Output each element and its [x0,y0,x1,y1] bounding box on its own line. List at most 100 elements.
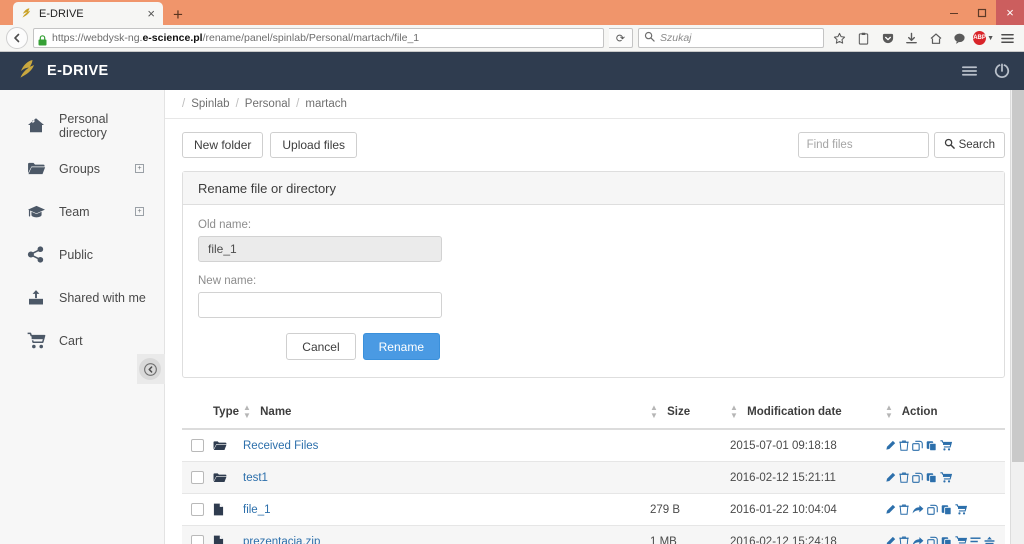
copy-icon[interactable] [912,440,923,451]
upload-icon [26,289,46,306]
breadcrumb-item-spinlab[interactable]: Spinlab [191,98,229,110]
cart-icon[interactable] [955,536,967,544]
page-scrollbar-thumb[interactable] [1012,90,1024,462]
row-checkbox[interactable] [191,471,204,484]
row-checkbox-cell[interactable] [182,429,213,462]
sidebar-item-public[interactable]: Public [0,233,164,276]
table-row[interactable]: Received Files 2015-07-01 09:18:18 [182,429,1005,462]
cart-icon[interactable] [955,504,967,515]
close-icon[interactable]: × [145,7,157,20]
row-checkbox-cell[interactable] [182,493,213,526]
share-icon[interactable] [912,504,924,515]
row-modified-cell: 2015-07-01 09:18:18 [730,429,885,462]
row-checkbox[interactable] [191,439,204,452]
sidebar-item-shared-with-me[interactable]: Shared with me [0,276,164,319]
sidebar-item-personal-directory[interactable]: Personal directory [0,104,164,147]
expand-icon[interactable]: + [135,164,144,173]
cart-icon [26,332,46,349]
delete-icon[interactable] [899,504,909,515]
header-modification-date[interactable]: ▲ ▼ Modification date [730,398,885,430]
pocket-icon[interactable] [877,28,898,49]
header-name[interactable]: ▲ ▼ Name [243,398,650,430]
sidebar-item-groups[interactable]: Groups + [0,147,164,190]
paste-icon[interactable] [941,504,952,515]
paste-icon[interactable] [926,472,937,483]
toolbar-search-group: Search [797,132,1005,158]
expand-icon[interactable]: + [135,207,144,216]
page-scrollbar[interactable]: ▼ [1010,90,1024,544]
new-tab-button[interactable]: + [173,6,183,23]
delete-icon[interactable] [899,472,909,483]
chat-icon[interactable] [949,28,970,49]
find-files-input[interactable] [797,132,929,158]
table-header-row: Type ▲ ▼ Name ▲ ▼ Size ▲ ▼ Modification d [182,398,1005,430]
paste-icon[interactable] [926,440,937,451]
breadcrumb-item-personal[interactable]: Personal [245,98,290,110]
url-bar[interactable]: https://webdysk-ng.e-science.pl/rename/p… [33,28,604,48]
copy-icon[interactable] [927,504,938,515]
paste-icon[interactable] [941,536,952,544]
header-size-label: Size [667,406,691,419]
browser-tab[interactable]: E-DRIVE × [13,2,163,25]
edit-icon[interactable] [885,536,896,544]
brand-name: E-DRIVE [47,63,109,79]
file-link[interactable]: Received Files [243,440,318,452]
reload-button[interactable]: ⟳ [609,28,633,48]
collapse-sidebar-button[interactable] [139,358,161,380]
file-table-body: Received Files 2015-07-01 09:18:18 test1… [182,429,1005,544]
cancel-button[interactable]: Cancel [286,333,356,360]
table-row[interactable]: prezentacja.zip 1 MB 2016-02-12 15:24:18 [182,525,1005,544]
search-button[interactable]: Search [933,132,1005,158]
brand[interactable]: E-DRIVE [16,58,109,85]
breadcrumb-separator: / [235,98,239,110]
sidebar-item-label: Personal directory [59,111,109,140]
logout-icon[interactable] [994,63,1010,79]
clipboard-icon[interactable] [853,28,874,49]
breadcrumb: / Spinlab / Personal / martach [165,90,1024,119]
list-icon[interactable] [970,536,981,544]
file-table-container: Type ▲ ▼ Name ▲ ▼ Size ▲ ▼ Modification d [182,398,1005,544]
adblock-icon[interactable]: ABP ▼ [973,28,994,49]
cart-icon[interactable] [940,440,952,451]
copy-icon[interactable] [927,536,938,544]
file-link[interactable]: test1 [243,472,268,484]
sort-icon: ▲ ▼ [243,403,251,420]
table-row[interactable]: test1 2016-02-12 15:21:11 [182,461,1005,494]
hamburger-menu-icon[interactable] [961,64,978,78]
share-icon[interactable] [912,536,924,544]
row-checkbox[interactable] [191,535,204,544]
edit-icon[interactable] [885,472,896,483]
browser-search-box[interactable]: Szukaj [638,28,824,48]
file-icon [213,535,243,544]
home-icon[interactable] [925,28,946,49]
edit-icon[interactable] [885,440,896,451]
row-checkbox-cell[interactable] [182,461,213,494]
delete-icon[interactable] [899,536,909,544]
file-link[interactable]: file_1 [243,504,271,516]
copy-icon[interactable] [912,472,923,483]
breadcrumb-item-martach[interactable]: martach [305,98,347,110]
header-size[interactable]: ▲ ▼ Size [650,398,730,430]
menu-icon[interactable] [997,28,1018,49]
rename-button[interactable]: Rename [362,333,440,360]
upload-files-button[interactable]: Upload files [270,132,358,158]
download-icon[interactable] [901,28,922,49]
star-icon[interactable] [829,28,850,49]
minimize-button[interactable] [940,0,968,25]
row-checkbox[interactable] [191,503,204,516]
row-checkbox-cell[interactable] [182,525,213,544]
close-window-button[interactable]: × [996,0,1024,25]
header-type[interactable]: Type [213,398,243,430]
new-name-input[interactable] [198,292,442,318]
edit-icon[interactable] [885,504,896,515]
unzip-icon[interactable] [984,536,995,544]
back-button[interactable] [6,27,28,49]
new-folder-button[interactable]: New folder [182,132,264,158]
header-select [182,398,213,430]
maximize-button[interactable] [968,0,996,25]
sidebar-item-team[interactable]: Team + [0,190,164,233]
delete-icon[interactable] [899,440,909,451]
table-row[interactable]: file_1 279 B 2016-01-22 10:04:04 [182,493,1005,526]
file-link[interactable]: prezentacja.zip [243,536,320,544]
cart-icon[interactable] [940,472,952,483]
